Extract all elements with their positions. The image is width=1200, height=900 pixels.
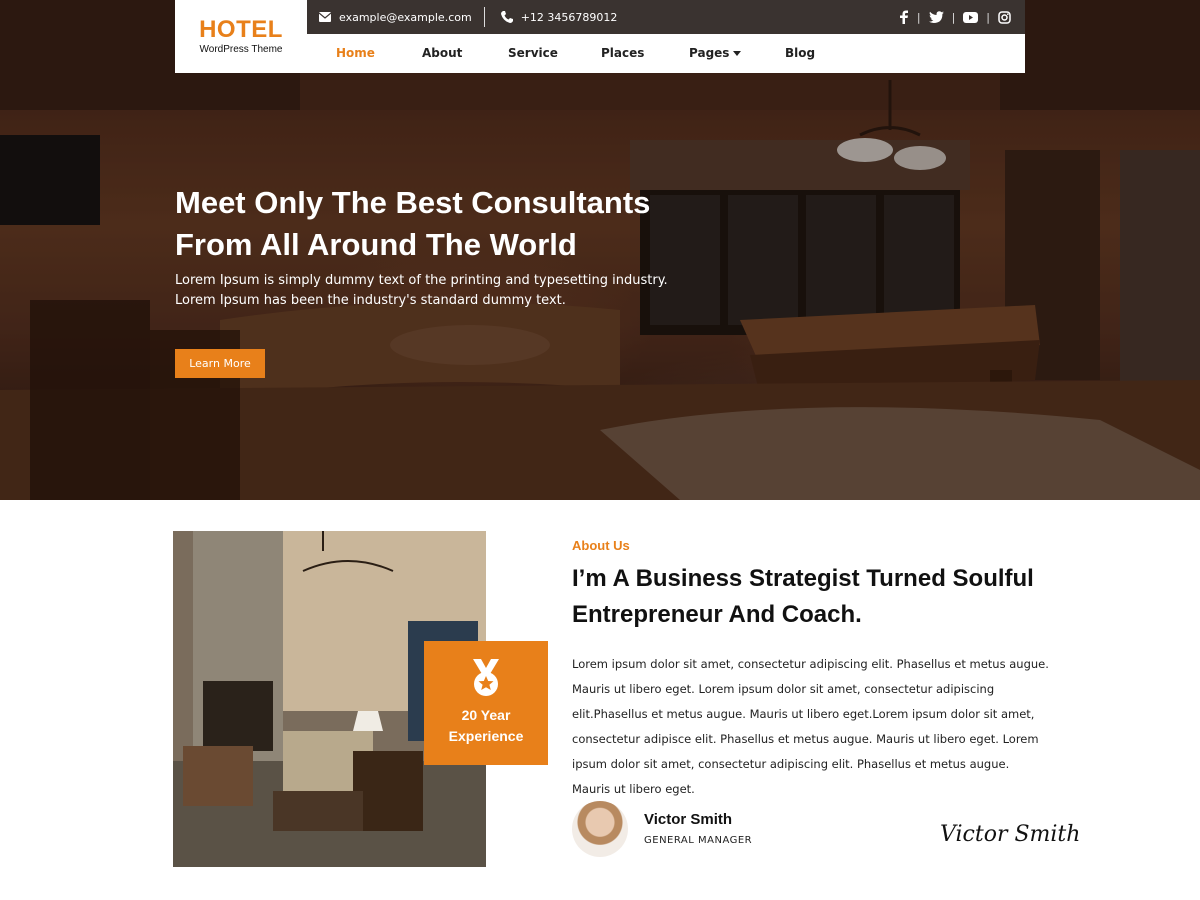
main-navigation: Home About Service Places Pages Blog xyxy=(307,34,1025,73)
hero-subtitle-line-1: Lorem Ipsum is simply dummy text of the … xyxy=(175,273,668,288)
about-heading: I’m A Business Strategist Turned Soulful… xyxy=(572,561,1062,633)
caret-down-icon xyxy=(733,51,742,56)
about-eyebrow: About Us xyxy=(572,538,630,553)
about-heading-line-1: I’m A Business Strategist Turned Soulful xyxy=(572,565,1034,592)
experience-line-1: 20 Year xyxy=(461,707,511,723)
hero-title-line-1: Meet Only The Best Consultants xyxy=(175,185,651,220)
youtube-icon[interactable] xyxy=(963,11,979,23)
experience-line-2: Experience xyxy=(448,728,524,744)
signature: Victor Smith xyxy=(940,822,1081,847)
phone-icon xyxy=(500,11,513,23)
social-separator: | xyxy=(951,10,956,24)
learn-more-button[interactable]: Learn More xyxy=(175,349,265,378)
phone-contact[interactable]: +12 3456789012 xyxy=(485,11,630,24)
nav-item-blog[interactable]: Blog xyxy=(785,46,815,60)
hero-subtitle: Lorem Ipsum is simply dummy text of the … xyxy=(175,271,675,311)
avatar xyxy=(572,801,628,857)
nav-item-places[interactable]: Places xyxy=(601,46,644,60)
phone-text: +12 3456789012 xyxy=(520,10,618,24)
experience-text: 20 Year Experience xyxy=(449,705,524,747)
hero-subtitle-line-2: Lorem Ipsum has been the industry's stan… xyxy=(175,293,566,308)
experience-badge: 20 Year Experience xyxy=(424,641,548,765)
logo-tagline: WordPress Theme xyxy=(199,44,283,55)
nav-item-pages[interactable]: Pages xyxy=(689,46,742,60)
medal-icon xyxy=(473,659,499,696)
social-separator: | xyxy=(986,10,990,24)
hero-section: HOTEL WordPress Theme example@example.co… xyxy=(0,0,1200,500)
top-contact-bar: example@example.com +12 3456789012 | | | xyxy=(307,0,1025,34)
social-separator: | xyxy=(916,10,921,24)
about-body-text: Lorem ipsum dolor sit amet, consectetur … xyxy=(572,657,1049,796)
logo-title: HOTEL xyxy=(199,16,283,43)
nav-item-home[interactable]: Home xyxy=(336,46,375,60)
nav-item-pages-label: Pages xyxy=(689,46,730,60)
facebook-icon[interactable] xyxy=(899,10,909,24)
person-role: GENERAL MANAGER xyxy=(644,835,753,846)
nav-item-service[interactable]: Service xyxy=(508,46,558,60)
email-text: example@example.com xyxy=(339,10,472,24)
site-logo[interactable]: HOTEL WordPress Theme xyxy=(175,0,307,73)
hero-title-line-2: From All Around The World xyxy=(175,227,577,262)
twitter-icon[interactable] xyxy=(928,11,944,23)
envelope-icon xyxy=(319,12,331,22)
person-name: Victor Smith xyxy=(644,811,733,828)
hero-title: Meet Only The Best Consultants From All … xyxy=(175,182,695,266)
about-heading-line-2: Entrepreneur And Coach. xyxy=(572,601,862,628)
instagram-icon[interactable] xyxy=(998,10,1011,24)
social-links: | | | xyxy=(899,10,1025,24)
email-contact[interactable]: example@example.com xyxy=(307,11,484,24)
nav-item-about[interactable]: About xyxy=(422,46,462,60)
